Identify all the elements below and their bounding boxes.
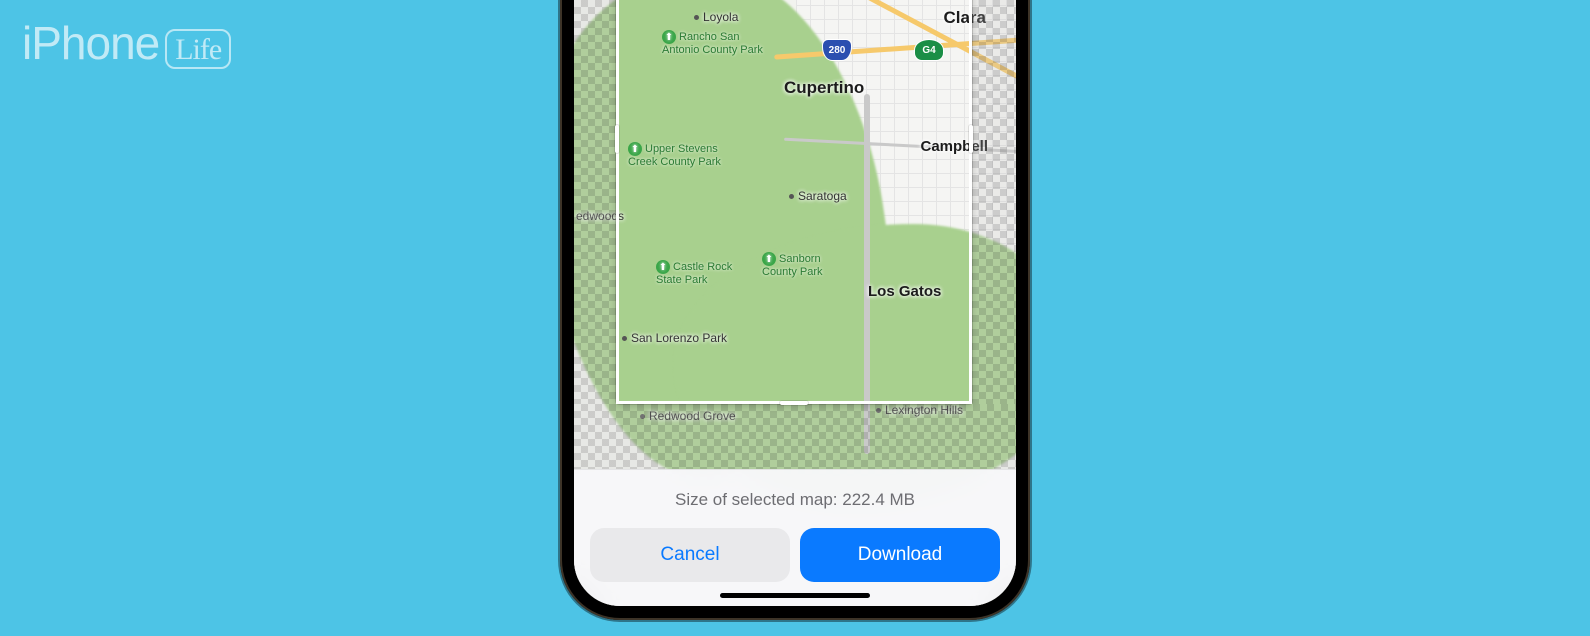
phone-screen: 280 G4 Clara Cupertino Campbell Saratoga… <box>574 0 1016 606</box>
watermark-brand-prefix: iPhone <box>22 16 159 70</box>
download-sheet: Size of selected map: 222.4 MB Cancel Do… <box>574 469 1016 606</box>
phone-frame: 280 G4 Clara Cupertino Campbell Saratoga… <box>560 0 1030 620</box>
selection-handle-right[interactable] <box>969 125 973 153</box>
button-row: Cancel Download <box>590 528 1000 582</box>
selection-corner-br[interactable] <box>954 386 972 404</box>
home-indicator[interactable] <box>720 593 870 598</box>
watermark-brand-suffix: Life <box>165 29 231 69</box>
selection-handle-bottom[interactable] <box>780 401 808 405</box>
selection-handle-left[interactable] <box>615 125 619 153</box>
watermark-logo: iPhone Life <box>22 16 231 70</box>
selected-map-size-label: Size of selected map: 222.4 MB <box>590 490 1000 510</box>
download-button[interactable]: Download <box>800 528 1000 582</box>
cancel-button[interactable]: Cancel <box>590 528 790 582</box>
map-selection-rectangle[interactable] <box>616 0 972 404</box>
selection-corner-bl[interactable] <box>616 386 634 404</box>
